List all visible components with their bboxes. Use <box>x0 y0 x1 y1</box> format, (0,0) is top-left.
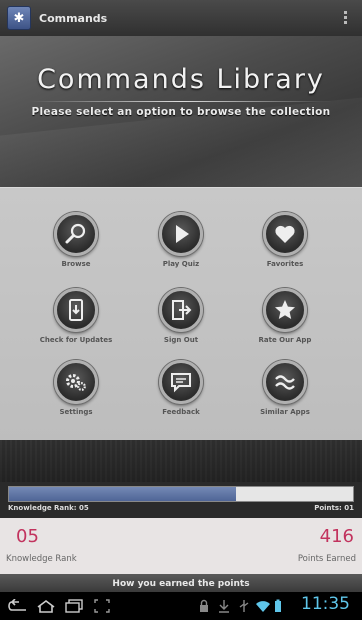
page-title: Commands Library <box>37 64 325 95</box>
status-clock: 11:35 <box>301 594 350 614</box>
progress-labels: Knowledge Rank: 05 Points: 01 <box>0 504 362 516</box>
menu-label: Favorites <box>266 260 304 268</box>
heart-icon <box>275 225 295 243</box>
hero-banner: Commands Library Please select an option… <box>0 36 362 187</box>
update-icon <box>69 299 83 321</box>
points-history-header[interactable]: How you earned the points <box>0 574 362 592</box>
favorites-button[interactable] <box>263 212 307 256</box>
approx-icon <box>275 375 295 390</box>
overflow-menu-icon[interactable] <box>344 9 348 26</box>
gears-icon <box>66 374 86 391</box>
menu-item-sign-out[interactable]: Sign Out <box>141 288 221 364</box>
progress-left-label: Knowledge Rank: 05 <box>8 504 89 512</box>
page-subtitle: Please select an option to browse the co… <box>31 106 331 118</box>
battery-icon <box>275 599 281 612</box>
back-icon[interactable] <box>6 599 30 613</box>
play-icon <box>176 225 189 243</box>
progress-right-label: Points: 01 <box>314 504 354 512</box>
rate-app-button[interactable] <box>263 288 307 332</box>
rank-label: Knowledge Rank <box>6 554 77 564</box>
home-icon[interactable] <box>36 599 56 613</box>
settings-button[interactable] <box>54 360 98 404</box>
menu-label: Browse <box>61 260 91 268</box>
menu-item-similar-apps[interactable]: Similar Apps <box>245 360 325 436</box>
menu-label: Settings <box>59 408 93 416</box>
points-value: 416 <box>319 526 354 547</box>
points-label: Points Earned <box>297 554 356 564</box>
menu-label: Rate Our App <box>258 336 312 344</box>
check-updates-button[interactable] <box>54 288 98 332</box>
stats-panel: 05 Knowledge Rank 416 Points Earned <box>0 518 362 574</box>
knowledge-progress-bar <box>8 486 354 502</box>
similar-apps-button[interactable] <box>263 360 307 404</box>
menu-item-favorites[interactable]: Favorites <box>245 212 325 288</box>
wifi-icon <box>256 601 270 612</box>
sign-out-icon <box>172 300 192 320</box>
menu-item-play-quiz[interactable]: Play Quiz <box>141 212 221 288</box>
menu-label: Feedback <box>162 408 200 416</box>
decorative-divider <box>0 440 362 482</box>
menu-label: Play Quiz <box>162 260 200 268</box>
download-icon <box>219 600 229 613</box>
play-quiz-button[interactable] <box>159 212 203 256</box>
usb-icon <box>239 600 249 612</box>
app-title: Commands <box>39 11 108 25</box>
menu-item-rate-app[interactable]: Rate Our App <box>245 288 325 364</box>
menu-item-settings[interactable]: Settings <box>36 360 116 436</box>
menu-item-browse[interactable]: Browse <box>36 212 116 288</box>
system-navigation-bar: 11:35 <box>0 592 362 620</box>
menu-item-check-updates[interactable]: Check for Updates <box>36 288 116 364</box>
star-icon <box>275 300 295 319</box>
action-bar: ✱ Commands <box>0 0 362 37</box>
app-logo-icon[interactable]: ✱ <box>7 6 31 30</box>
screenshot-icon[interactable] <box>94 599 110 613</box>
menu-item-feedback[interactable]: Feedback <box>141 360 221 436</box>
feedback-button[interactable] <box>159 360 203 404</box>
sign-out-button[interactable] <box>159 288 203 332</box>
menu-label: Similar Apps <box>260 408 310 416</box>
browse-button[interactable] <box>54 212 98 256</box>
menu-label: Sign Out <box>163 336 199 344</box>
title-divider <box>30 101 332 102</box>
search-icon <box>65 223 86 244</box>
lock-icon <box>200 599 208 612</box>
menu-grid: Browse Play Quiz Favorites Check for Upd… <box>0 187 362 441</box>
menu-label: Check for Updates <box>39 336 113 344</box>
rank-value: 05 <box>16 526 39 547</box>
progress-fill <box>9 487 237 501</box>
chat-icon <box>171 373 191 393</box>
recent-apps-icon[interactable] <box>64 599 84 613</box>
